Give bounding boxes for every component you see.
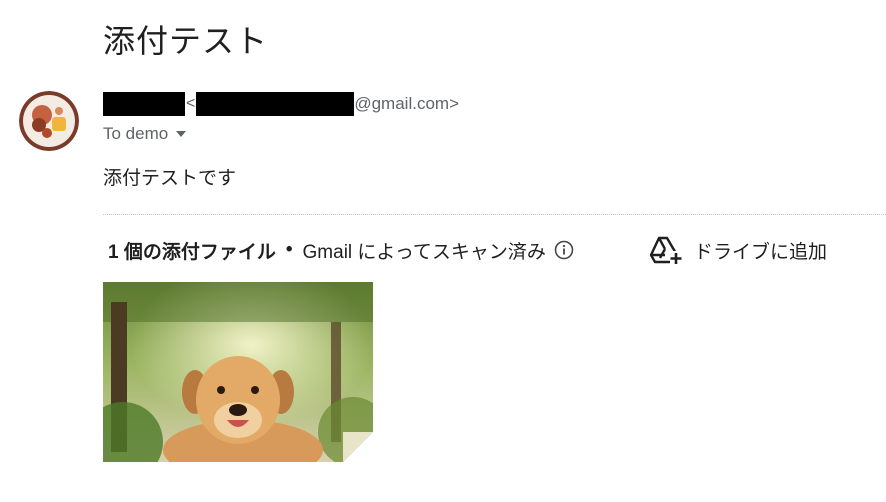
avatar[interactable] xyxy=(19,91,79,151)
recipient-toggle[interactable]: To demo xyxy=(103,124,187,144)
redacted-sender-email xyxy=(196,92,355,116)
email-body: 添付テストです xyxy=(103,168,237,189)
redacted-sender-name xyxy=(103,92,185,116)
sender-bracket: < xyxy=(186,95,196,112)
sender-email-suffix: @gmail.com> xyxy=(354,94,459,113)
attachment-thumbnail[interactable] xyxy=(103,282,373,462)
scan-status: Gmail によってスキャン済み xyxy=(302,241,546,263)
attachment-count: 1 個の添付ファイル xyxy=(108,241,276,263)
chevron-down-icon[interactable] xyxy=(176,131,187,137)
add-to-drive-button[interactable]: ドライブに追加 xyxy=(648,232,827,268)
add-to-drive-label: ドライブに追加 xyxy=(694,241,828,263)
attachments-header: 1 個の添付ファイル • Gmail によってスキャン済み xyxy=(108,235,574,265)
sender-line: < @gmail.com> xyxy=(103,90,459,118)
info-icon[interactable] xyxy=(554,240,574,260)
recipient-label: To demo xyxy=(103,124,169,143)
divider xyxy=(103,214,886,215)
email-subject: 添付テスト xyxy=(103,23,269,59)
add-to-drive-icon xyxy=(649,236,682,265)
separator-dot: • xyxy=(285,239,293,260)
